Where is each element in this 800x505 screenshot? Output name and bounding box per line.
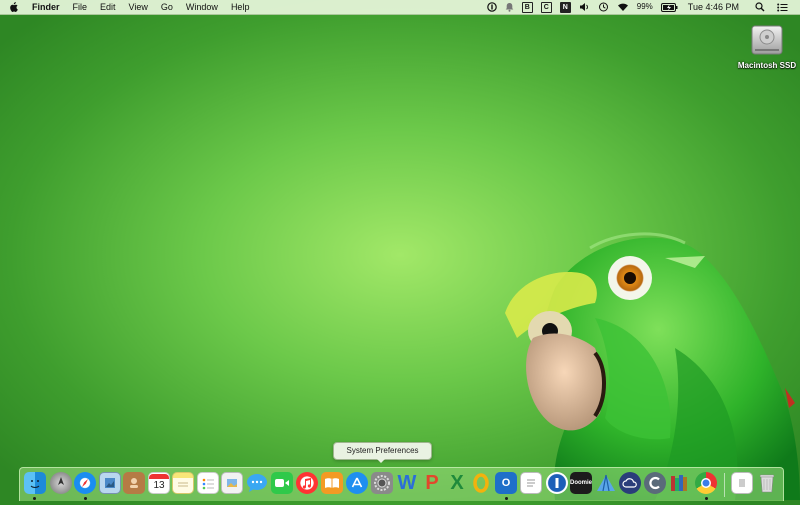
n-icon[interactable]: N: [559, 1, 571, 13]
dock-separator: [724, 473, 725, 497]
wifi-icon[interactable]: [617, 2, 629, 12]
battery-percent[interactable]: 99%: [637, 0, 653, 14]
battery-charging-icon[interactable]: [660, 2, 678, 12]
doomie-icon[interactable]: Doomie: [570, 472, 592, 494]
macintosh-ssd-desktop-icon[interactable]: Macintosh SSD: [734, 24, 800, 70]
launchpad-icon[interactable]: [50, 472, 72, 494]
menu-go[interactable]: Go: [161, 0, 173, 14]
powerpoint-icon[interactable]: P: [421, 472, 443, 494]
menu-edit[interactable]: Edit: [100, 0, 116, 14]
chrome-icon[interactable]: [695, 472, 717, 494]
finder-icon[interactable]: [24, 472, 46, 494]
menu-app-finder[interactable]: Finder: [32, 0, 60, 14]
dock-tooltip-arrow: [376, 458, 386, 463]
document-icon[interactable]: [731, 472, 753, 494]
1password-icon[interactable]: [486, 2, 497, 12]
spotlight-icon[interactable]: [755, 2, 765, 12]
facetime-icon[interactable]: [271, 472, 293, 494]
apple-menu-icon[interactable]: [8, 0, 18, 14]
time-machine-icon[interactable]: [598, 2, 609, 12]
contacts-icon[interactable]: [123, 472, 145, 494]
preview-icon[interactable]: [99, 472, 121, 494]
system-preferences-icon[interactable]: [371, 472, 393, 494]
menu-bar-left: Finder File Edit View Go Window Help: [8, 0, 262, 14]
notification-bell-icon[interactable]: [505, 2, 514, 12]
menu-bar-status: B C N 99% Tue 4:46 PM: [479, 0, 788, 14]
c-app-icon[interactable]: [644, 472, 666, 494]
1password-dock-icon[interactable]: [546, 472, 568, 494]
calendar-day: 13: [153, 479, 165, 491]
safari-icon[interactable]: [74, 472, 96, 494]
menu-window[interactable]: Window: [186, 0, 218, 14]
word-icon[interactable]: W: [396, 472, 418, 494]
dock: 13 W P X O Doomie: [19, 467, 784, 501]
calendar-icon[interactable]: 13: [148, 472, 170, 494]
menu-bar: Finder File Edit View Go Window Help B C…: [0, 0, 800, 15]
photos-app-icon[interactable]: [221, 472, 243, 494]
app-store-icon[interactable]: [346, 472, 368, 494]
clock[interactable]: Tue 4:46 PM: [688, 0, 739, 14]
menu-view[interactable]: View: [129, 0, 148, 14]
ibooks-icon[interactable]: [321, 472, 343, 494]
itunes-icon[interactable]: [296, 472, 318, 494]
xcode-icon[interactable]: [595, 472, 617, 494]
messages-icon[interactable]: [246, 472, 268, 494]
books-icon[interactable]: [669, 472, 691, 494]
cloud-app-icon[interactable]: [619, 472, 641, 494]
doomie-label: Doomie: [570, 480, 593, 486]
parrot-wallpaper: [495, 228, 800, 500]
reminders-icon[interactable]: [197, 472, 219, 494]
excel-icon[interactable]: X: [446, 472, 468, 494]
hard-drive-icon: [751, 24, 783, 58]
trash-icon[interactable]: [756, 472, 778, 494]
notification-center-icon[interactable]: [777, 3, 788, 12]
menu-file[interactable]: File: [73, 0, 88, 14]
outlook-icon[interactable]: O: [495, 472, 517, 494]
volume-icon[interactable]: [579, 2, 590, 12]
c-icon[interactable]: C: [540, 1, 552, 13]
notes-icon[interactable]: [172, 472, 194, 494]
macintosh-ssd-label: Macintosh SSD: [737, 61, 797, 70]
onenote-icon[interactable]: [470, 472, 492, 494]
menu-help[interactable]: Help: [231, 0, 250, 14]
textedit-icon[interactable]: [520, 472, 542, 494]
b-icon[interactable]: B: [521, 1, 533, 13]
